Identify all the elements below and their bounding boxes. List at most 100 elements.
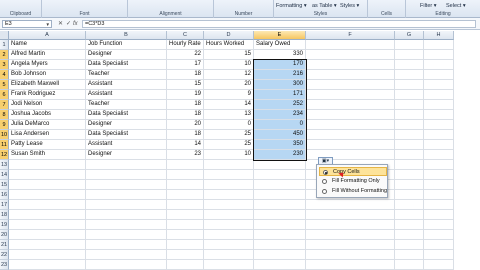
cell-e9[interactable]: 0 <box>254 120 306 130</box>
cell-c8[interactable]: 18 <box>167 110 204 120</box>
cell-d12[interactable]: 10 <box>204 150 254 160</box>
cell-h13[interactable] <box>424 160 454 170</box>
cell-a23[interactable] <box>9 260 86 270</box>
cell-h8[interactable] <box>424 110 454 120</box>
cell-b13[interactable] <box>86 160 167 170</box>
cell-g11[interactable] <box>395 140 424 150</box>
row-header-14[interactable]: 14 <box>0 170 9 180</box>
cell-h20[interactable] <box>424 230 454 240</box>
cell-d9[interactable]: 0 <box>204 120 254 130</box>
cell-e5[interactable]: 300 <box>254 80 306 90</box>
number-group[interactable]: Number <box>214 0 274 18</box>
cell-f17[interactable] <box>306 200 395 210</box>
cell-a21[interactable] <box>9 240 86 250</box>
row-header-8[interactable]: 8 <box>0 110 9 120</box>
cell-a13[interactable] <box>9 160 86 170</box>
confirm-icon[interactable]: ✓ <box>66 20 71 28</box>
cell-e12[interactable]: 230 <box>254 150 306 160</box>
cell-f7[interactable] <box>306 100 395 110</box>
font-group[interactable]: Font <box>42 0 128 18</box>
cell-a18[interactable] <box>9 210 86 220</box>
format-as-table-button[interactable]: as Table ▾ <box>312 3 337 9</box>
conditional-formatting-button[interactable]: Formatting ▾ <box>276 3 307 9</box>
cell-g19[interactable] <box>395 220 424 230</box>
cell-c9[interactable]: 20 <box>167 120 204 130</box>
cell-d15[interactable] <box>204 180 254 190</box>
row-header-7[interactable]: 7 <box>0 100 9 110</box>
cell-a8[interactable]: Joshua Jacobs <box>9 110 86 120</box>
column-header-d[interactable]: D <box>204 31 254 40</box>
cell-b7[interactable]: Teacher <box>86 100 167 110</box>
cell-a9[interactable]: Julia DeMarco <box>9 120 86 130</box>
editing-group[interactable]: Filter ▾ Select ▾ Editing <box>406 0 480 18</box>
cell-d4[interactable]: 12 <box>204 70 254 80</box>
column-header-e[interactable]: E <box>254 31 306 40</box>
cell-c16[interactable] <box>167 190 204 200</box>
cell-d3[interactable]: 10 <box>204 60 254 70</box>
cell-g23[interactable] <box>395 260 424 270</box>
cell-e19[interactable] <box>254 220 306 230</box>
cell-a11[interactable]: Patty Lease <box>9 140 86 150</box>
column-header-b[interactable]: B <box>86 31 167 40</box>
cell-e15[interactable] <box>254 180 306 190</box>
cell-g6[interactable] <box>395 90 424 100</box>
cell-a12[interactable]: Susan Smith <box>9 150 86 160</box>
cell-a3[interactable]: Angela Myers <box>9 60 86 70</box>
cell-b1[interactable]: Job Function <box>86 40 167 50</box>
cell-e14[interactable] <box>254 170 306 180</box>
cell-d8[interactable]: 13 <box>204 110 254 120</box>
cell-e4[interactable]: 216 <box>254 70 306 80</box>
cell-b23[interactable] <box>86 260 167 270</box>
cell-e18[interactable] <box>254 210 306 220</box>
cell-e16[interactable] <box>254 190 306 200</box>
cell-d22[interactable] <box>204 250 254 260</box>
cell-a22[interactable] <box>9 250 86 260</box>
cell-d11[interactable]: 25 <box>204 140 254 150</box>
row-header-18[interactable]: 18 <box>0 210 9 220</box>
cell-d14[interactable] <box>204 170 254 180</box>
cell-e23[interactable] <box>254 260 306 270</box>
cell-b8[interactable]: Data Specialist <box>86 110 167 120</box>
cell-h9[interactable] <box>424 120 454 130</box>
cell-f6[interactable] <box>306 90 395 100</box>
cell-g3[interactable] <box>395 60 424 70</box>
cell-b18[interactable] <box>86 210 167 220</box>
cell-e7[interactable]: 252 <box>254 100 306 110</box>
row-header-19[interactable]: 19 <box>0 220 9 230</box>
cell-g16[interactable] <box>395 190 424 200</box>
cell-b17[interactable] <box>86 200 167 210</box>
cell-d21[interactable] <box>204 240 254 250</box>
cell-a15[interactable] <box>9 180 86 190</box>
cell-e13[interactable] <box>254 160 306 170</box>
cell-a20[interactable] <box>9 230 86 240</box>
cell-e2[interactable]: 330 <box>254 50 306 60</box>
row-header-6[interactable]: 6 <box>0 90 9 100</box>
cell-f22[interactable] <box>306 250 395 260</box>
row-header-17[interactable]: 17 <box>0 200 9 210</box>
cell-b12[interactable]: Designer <box>86 150 167 160</box>
cell-b4[interactable]: Teacher <box>86 70 167 80</box>
cell-h5[interactable] <box>424 80 454 90</box>
cell-h4[interactable] <box>424 70 454 80</box>
cell-a7[interactable]: Jodi Nelson <box>9 100 86 110</box>
sort-filter-button[interactable]: Filter ▾ <box>420 3 437 9</box>
cell-h19[interactable] <box>424 220 454 230</box>
cell-d6[interactable]: 9 <box>204 90 254 100</box>
row-header-21[interactable]: 21 <box>0 240 9 250</box>
cell-d1[interactable]: Hours Worked <box>204 40 254 50</box>
cell-c22[interactable] <box>167 250 204 260</box>
cell-styles-button[interactable]: Styles ▾ <box>340 3 359 9</box>
cells-group[interactable]: Cells <box>368 0 406 18</box>
cell-f23[interactable] <box>306 260 395 270</box>
chevron-down-icon[interactable]: ▼ <box>46 21 50 28</box>
cell-g14[interactable] <box>395 170 424 180</box>
cell-e8[interactable]: 234 <box>254 110 306 120</box>
cell-f18[interactable] <box>306 210 395 220</box>
name-box[interactable]: E3 ▼ <box>2 20 52 28</box>
row-header-9[interactable]: 9 <box>0 120 9 130</box>
cell-c17[interactable] <box>167 200 204 210</box>
cell-h10[interactable] <box>424 130 454 140</box>
cell-d20[interactable] <box>204 230 254 240</box>
row-header-1[interactable]: 1 <box>0 40 9 50</box>
cell-h23[interactable] <box>424 260 454 270</box>
